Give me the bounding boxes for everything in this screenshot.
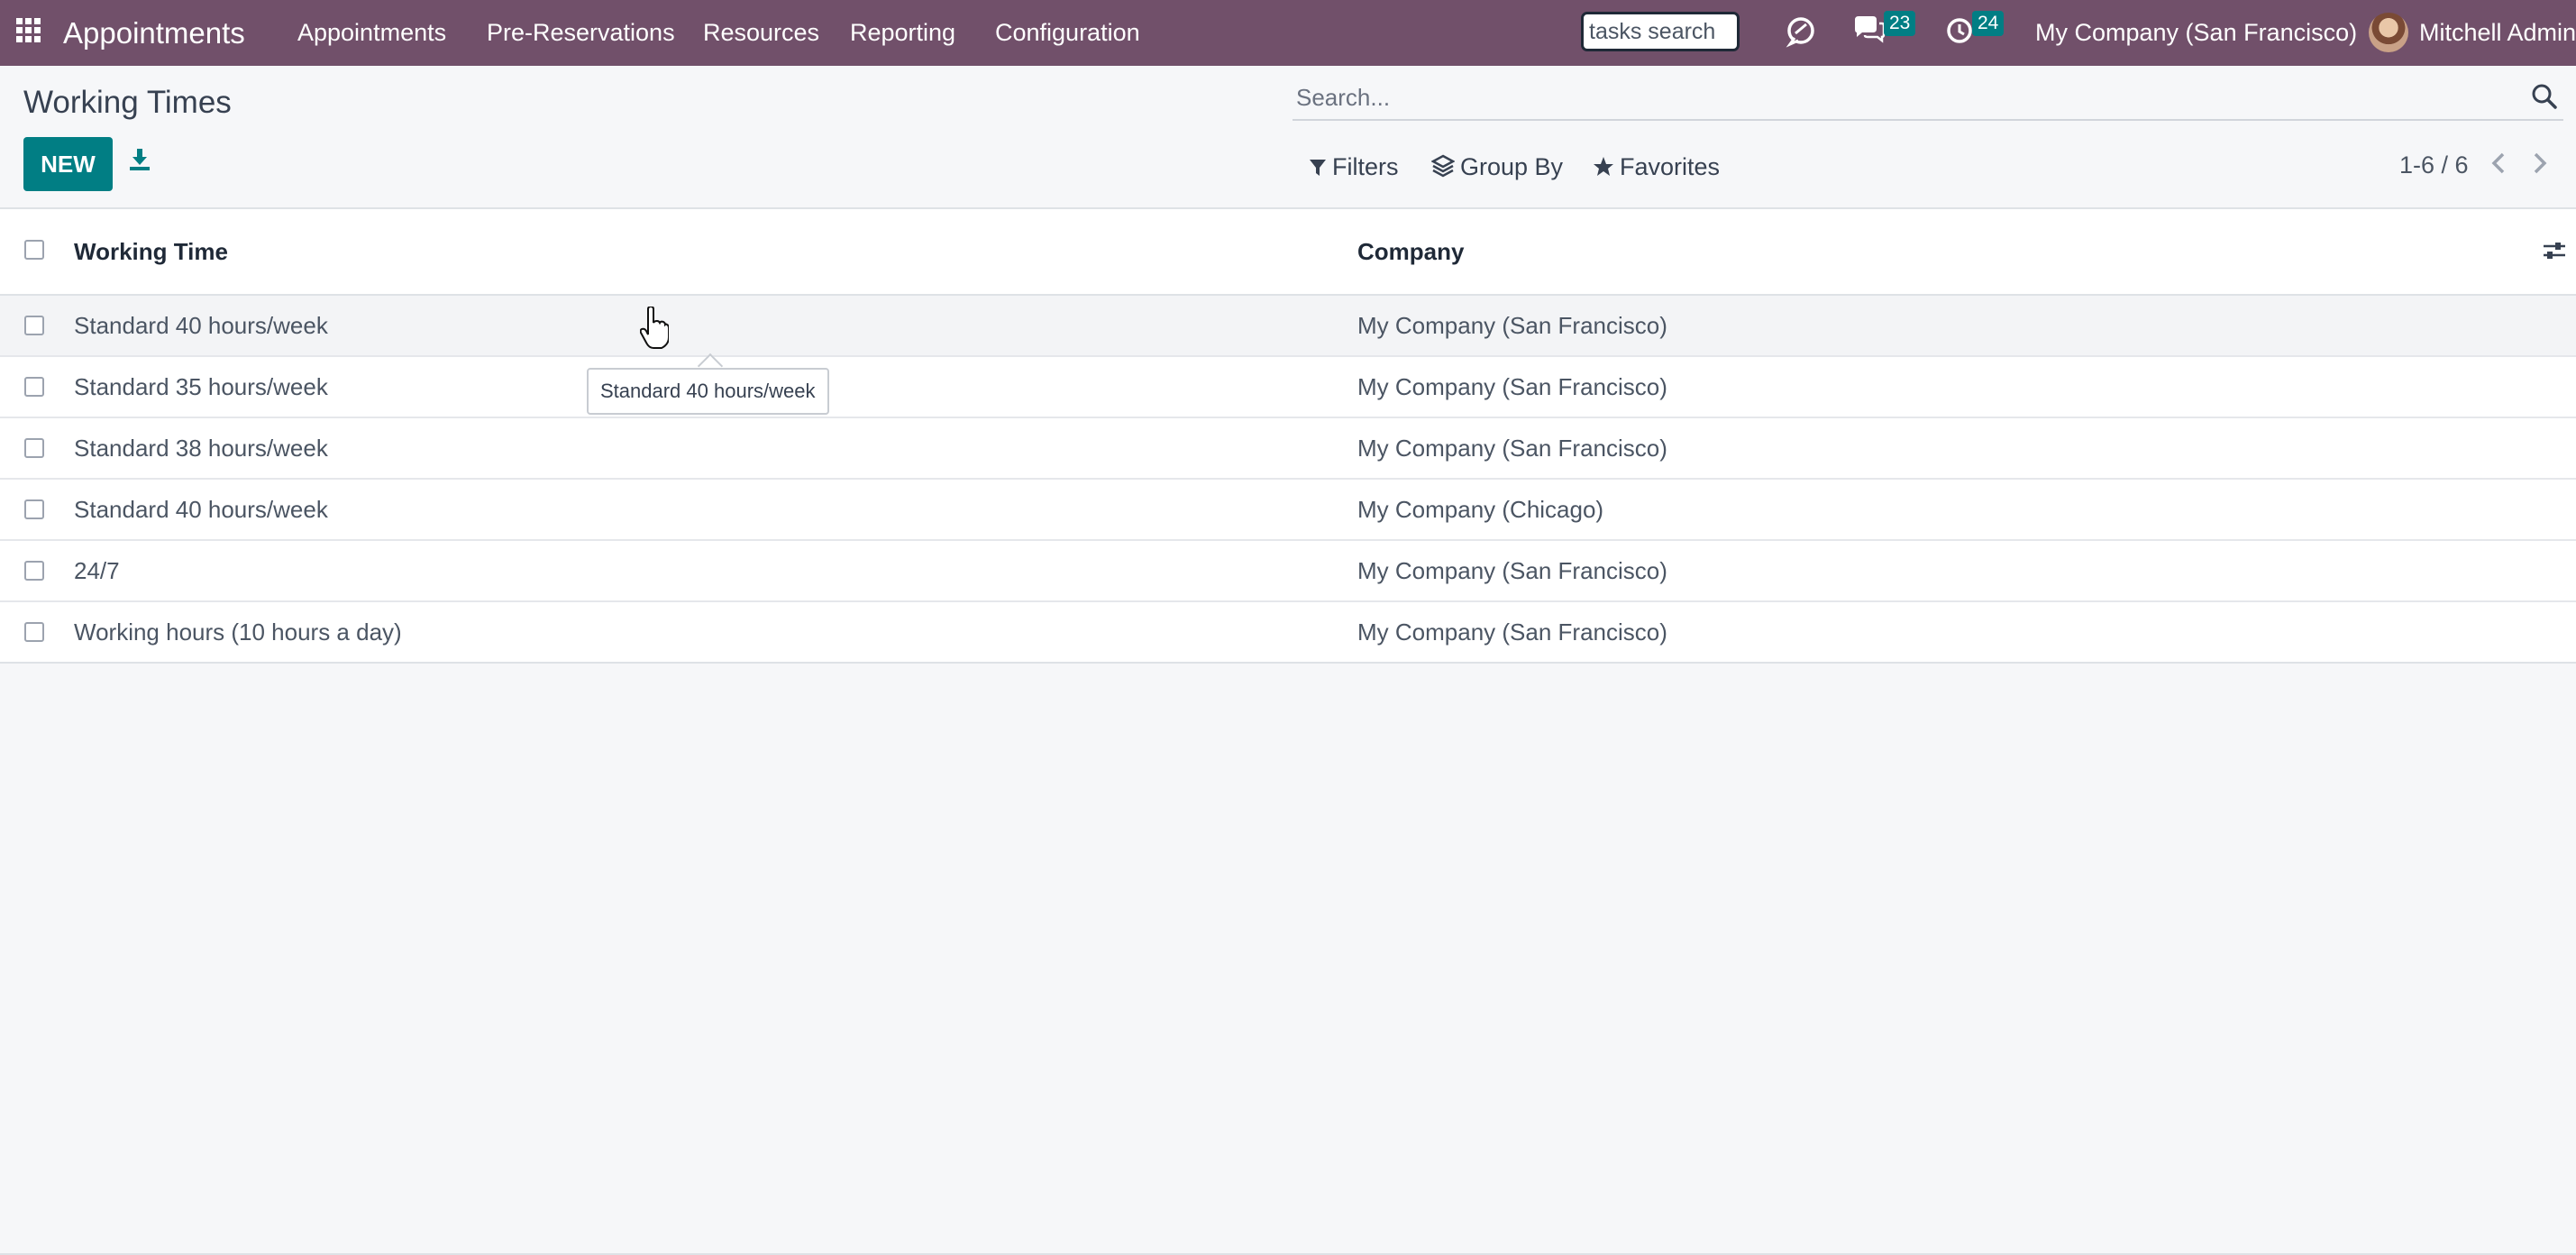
row-checkbox[interactable]: [24, 316, 44, 335]
messages-icon[interactable]: [1852, 13, 1886, 53]
company-cell[interactable]: My Company (Chicago): [1357, 480, 1603, 539]
page-title: Working Times: [23, 85, 232, 120]
select-all-checkbox[interactable]: [24, 240, 44, 260]
company-cell[interactable]: My Company (San Francisco): [1357, 541, 1667, 600]
group-by-label: Group By: [1460, 153, 1564, 180]
top-navbar: Appointments Appointments Pre-Reservatio…: [0, 0, 2576, 66]
row-checkbox[interactable]: [24, 438, 44, 458]
menu-appointments[interactable]: Appointments: [297, 0, 446, 66]
search-input[interactable]: [1293, 79, 2507, 115]
filters-toggle[interactable]: Filters: [1309, 153, 1399, 181]
company-cell[interactable]: My Company (San Francisco): [1357, 357, 1667, 417]
layers-icon: [1430, 154, 1456, 178]
working-time-cell[interactable]: Standard 40 hours/week: [74, 480, 328, 539]
menu-reporting[interactable]: Reporting: [850, 0, 955, 66]
table-row[interactable]: Standard 38 hours/week My Company (San F…: [0, 418, 2576, 480]
discuss-icon[interactable]: [1785, 13, 1817, 53]
working-times-list: Working Time Company Standard 40 hours/w…: [0, 207, 2576, 664]
table-row[interactable]: Standard 40 hours/week My Company (San F…: [0, 296, 2576, 357]
group-by-toggle[interactable]: Group By: [1430, 153, 1564, 181]
new-button[interactable]: NEW: [23, 137, 113, 191]
favorites-toggle[interactable]: Favorites: [1593, 153, 1720, 181]
working-time-cell[interactable]: Standard 40 hours/week: [74, 296, 328, 355]
company-switcher[interactable]: My Company (San Francisco): [2035, 0, 2357, 66]
pager-value[interactable]: 1-6 / 6: [2399, 151, 2469, 179]
working-time-cell[interactable]: 24/7: [74, 541, 120, 600]
table-header: Working Time Company: [0, 209, 2576, 296]
user-menu[interactable]: Mitchell Admin: [2419, 0, 2576, 66]
download-icon[interactable]: [129, 148, 151, 176]
app-brand[interactable]: Appointments: [63, 0, 245, 66]
messages-count-badge: 23: [1884, 11, 1916, 36]
favorites-label: Favorites: [1620, 153, 1721, 180]
table-row[interactable]: Standard 35 hours/week My Company (San F…: [0, 357, 2576, 418]
table-row[interactable]: Standard 40 hours/week My Company (Chica…: [0, 480, 2576, 541]
menu-configuration[interactable]: Configuration: [995, 0, 1140, 66]
row-checkbox[interactable]: [24, 499, 44, 519]
working-time-cell[interactable]: Standard 35 hours/week: [74, 357, 328, 417]
filter-icon: [1310, 160, 1326, 176]
optional-columns-icon[interactable]: [2542, 239, 2567, 267]
menu-resources[interactable]: Resources: [703, 0, 819, 66]
company-cell[interactable]: My Company (San Francisco): [1357, 418, 1667, 478]
star-icon: [1594, 157, 1613, 176]
row-checkbox[interactable]: [24, 377, 44, 397]
tasks-search-input[interactable]: [1581, 12, 1740, 51]
apps-menu-icon[interactable]: [14, 0, 43, 66]
search-bar: [1293, 79, 2563, 121]
column-header-company[interactable]: Company: [1357, 209, 1464, 294]
row-tooltip: Standard 40 hours/week: [587, 368, 829, 415]
company-cell[interactable]: My Company (San Francisco): [1357, 602, 1667, 662]
column-header-working-time[interactable]: Working Time: [74, 209, 228, 294]
filters-label: Filters: [1332, 153, 1399, 180]
pager-previous-icon[interactable]: [2489, 150, 2507, 181]
row-checkbox[interactable]: [24, 622, 44, 642]
table-row[interactable]: Working hours (10 hours a day) My Compan…: [0, 602, 2576, 662]
table-row[interactable]: 24/7 My Company (San Francisco): [0, 541, 2576, 602]
search-icon[interactable]: [2531, 83, 2558, 115]
working-time-cell[interactable]: Working hours (10 hours a day): [74, 602, 402, 662]
company-cell[interactable]: My Company (San Francisco): [1357, 296, 1667, 355]
user-avatar[interactable]: [2369, 13, 2408, 52]
pager-next-icon[interactable]: [2531, 150, 2549, 181]
hand-pointer-cursor-icon: [639, 305, 670, 354]
working-time-cell[interactable]: Standard 38 hours/week: [74, 418, 328, 478]
menu-pre-reservations[interactable]: Pre-Reservations: [487, 0, 675, 66]
activities-count-badge: 24: [1972, 11, 2005, 36]
row-checkbox[interactable]: [24, 561, 44, 581]
